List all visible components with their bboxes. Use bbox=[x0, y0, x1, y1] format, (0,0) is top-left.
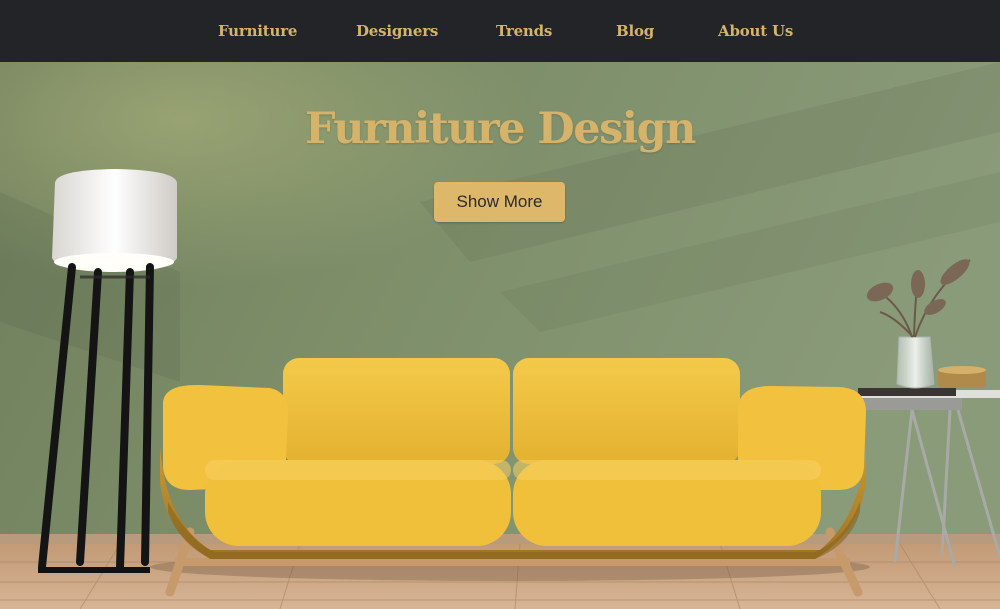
nav-link-designers[interactable]: Designers bbox=[356, 22, 438, 40]
hero-section: Furniture Design Show More bbox=[0, 62, 1000, 609]
top-navbar: Furniture Designers Trends Blog About Us bbox=[0, 0, 1000, 62]
nav-link-trends[interactable]: Trends bbox=[496, 22, 552, 40]
nav-link-about-us[interactable]: About Us bbox=[718, 22, 793, 40]
hero-title: Furniture Design bbox=[305, 104, 696, 154]
nav-link-blog[interactable]: Blog bbox=[616, 22, 654, 40]
nav-link-furniture[interactable]: Furniture bbox=[218, 22, 297, 40]
show-more-button[interactable]: Show More bbox=[434, 182, 565, 222]
